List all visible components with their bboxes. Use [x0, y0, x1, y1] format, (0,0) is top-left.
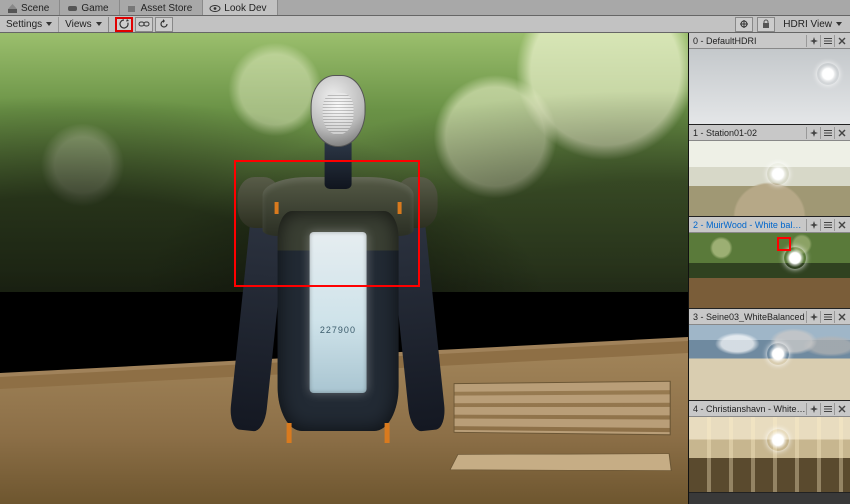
scene-icon	[6, 2, 18, 14]
pin-icon	[810, 129, 818, 137]
undo-icon	[158, 18, 170, 30]
lookdev-viewport[interactable]: 227900	[0, 33, 688, 504]
reset-view-button[interactable]	[155, 17, 173, 32]
hdri-item[interactable]: 3 - Seine03_WhiteBalanced	[689, 309, 850, 401]
options-button[interactable]	[820, 311, 834, 323]
hdri-item-label: 3 - Seine03_WhiteBalanced	[693, 312, 806, 322]
hdri-thumbnail[interactable]	[689, 233, 850, 308]
hdri-item-header[interactable]: 4 - Christianshavn - White balanc…	[689, 401, 850, 417]
options-button[interactable]	[820, 219, 834, 231]
options-icon	[824, 129, 832, 137]
hdri-item-header[interactable]: 1 - Station01-02	[689, 125, 850, 141]
hdri-thumbnail[interactable]	[689, 141, 850, 216]
sun-gizmo-icon	[767, 343, 789, 365]
chevron-down-icon	[836, 22, 842, 26]
close-button[interactable]	[834, 311, 848, 323]
hdri-item[interactable]: 2 - MuirWood - White balanced	[689, 217, 850, 309]
game-icon	[66, 2, 78, 14]
hdri-item-label: 0 - DefaultHDRI	[693, 36, 806, 46]
tab-label: Scene	[21, 3, 49, 14]
hdri-item-label: 2 - MuirWood - White balanced	[693, 220, 806, 230]
store-icon	[126, 2, 138, 14]
tab-game[interactable]: Game	[60, 0, 119, 15]
pin-icon	[810, 37, 818, 45]
views-menu[interactable]: Views	[59, 17, 109, 32]
hdri-item-header[interactable]: 2 - MuirWood - White balanced	[689, 217, 850, 233]
settings-label: Settings	[6, 19, 42, 30]
close-icon	[838, 129, 846, 137]
chest-readout: 227900	[314, 325, 362, 335]
pin-button[interactable]	[806, 127, 820, 139]
tab-label: Look Dev	[224, 3, 266, 14]
hdri-item[interactable]: 0 - DefaultHDRI	[689, 33, 850, 125]
sun-gizmo-icon	[767, 163, 789, 185]
pin-icon	[810, 221, 818, 229]
link-icon	[138, 18, 150, 30]
sync-icon	[118, 18, 130, 30]
hdri-item[interactable]: 4 - Christianshavn - White balanc…	[689, 401, 850, 493]
window-tabstrip: Scene Game Asset Store Look Dev	[0, 0, 850, 16]
pin-button[interactable]	[806, 219, 820, 231]
tab-look-dev[interactable]: Look Dev	[203, 0, 277, 15]
views-label: Views	[65, 19, 92, 30]
lookdev-toolbar: Settings Views	[0, 16, 850, 33]
sync-views-button[interactable]	[115, 17, 133, 32]
hdri-thumbnail[interactable]	[689, 325, 850, 400]
hdri-thumbnail[interactable]	[689, 417, 850, 492]
hdri-item-header[interactable]: 0 - DefaultHDRI	[689, 33, 850, 49]
pin-icon	[810, 313, 818, 321]
hdri-sidebar: 0 - DefaultHDRI 1 - Station01-02 2 - MuirW…	[688, 33, 850, 504]
hdri-item-header[interactable]: 3 - Seine03_WhiteBalanced	[689, 309, 850, 325]
close-icon	[838, 405, 846, 413]
options-button[interactable]	[820, 403, 834, 415]
options-icon	[824, 405, 832, 413]
tab-asset-store[interactable]: Asset Store	[120, 0, 204, 15]
pin-icon	[810, 405, 818, 413]
hdri-item-label: 1 - Station01-02	[693, 128, 806, 138]
hdri-thumbnail[interactable]	[689, 49, 850, 124]
options-button[interactable]	[820, 35, 834, 47]
sun-gizmo-icon	[817, 63, 839, 85]
close-button[interactable]	[834, 219, 848, 231]
pin-button[interactable]	[806, 403, 820, 415]
options-icon	[824, 37, 832, 45]
hdri-item-label: 4 - Christianshavn - White balanc…	[693, 404, 806, 414]
close-icon	[838, 221, 846, 229]
close-button[interactable]	[834, 127, 848, 139]
settings-menu[interactable]: Settings	[0, 17, 59, 32]
highlight-box	[777, 237, 791, 251]
lock-icon	[761, 19, 771, 29]
close-icon	[838, 37, 846, 45]
tab-scene[interactable]: Scene	[0, 0, 60, 15]
close-button[interactable]	[834, 403, 848, 415]
hdri-view-menu[interactable]: HDRI View	[777, 17, 848, 32]
chevron-down-icon	[46, 22, 52, 26]
expand-icon	[739, 19, 749, 29]
expand-button[interactable]	[735, 17, 753, 32]
robot-model: 227900	[187, 71, 490, 495]
options-icon	[824, 221, 832, 229]
eye-icon	[209, 2, 221, 14]
sun-gizmo-icon	[767, 429, 789, 451]
link-views-button[interactable]	[135, 17, 153, 32]
hdri-item[interactable]: 1 - Station01-02	[689, 125, 850, 217]
lock-button[interactable]	[757, 17, 775, 32]
options-icon	[824, 313, 832, 321]
hdri-view-label: HDRI View	[783, 19, 832, 30]
pin-button[interactable]	[806, 311, 820, 323]
close-button[interactable]	[834, 35, 848, 47]
close-icon	[838, 313, 846, 321]
options-button[interactable]	[820, 127, 834, 139]
chevron-down-icon	[96, 22, 102, 26]
tab-label: Asset Store	[141, 3, 193, 14]
tab-label: Game	[81, 3, 108, 14]
pin-button[interactable]	[806, 35, 820, 47]
